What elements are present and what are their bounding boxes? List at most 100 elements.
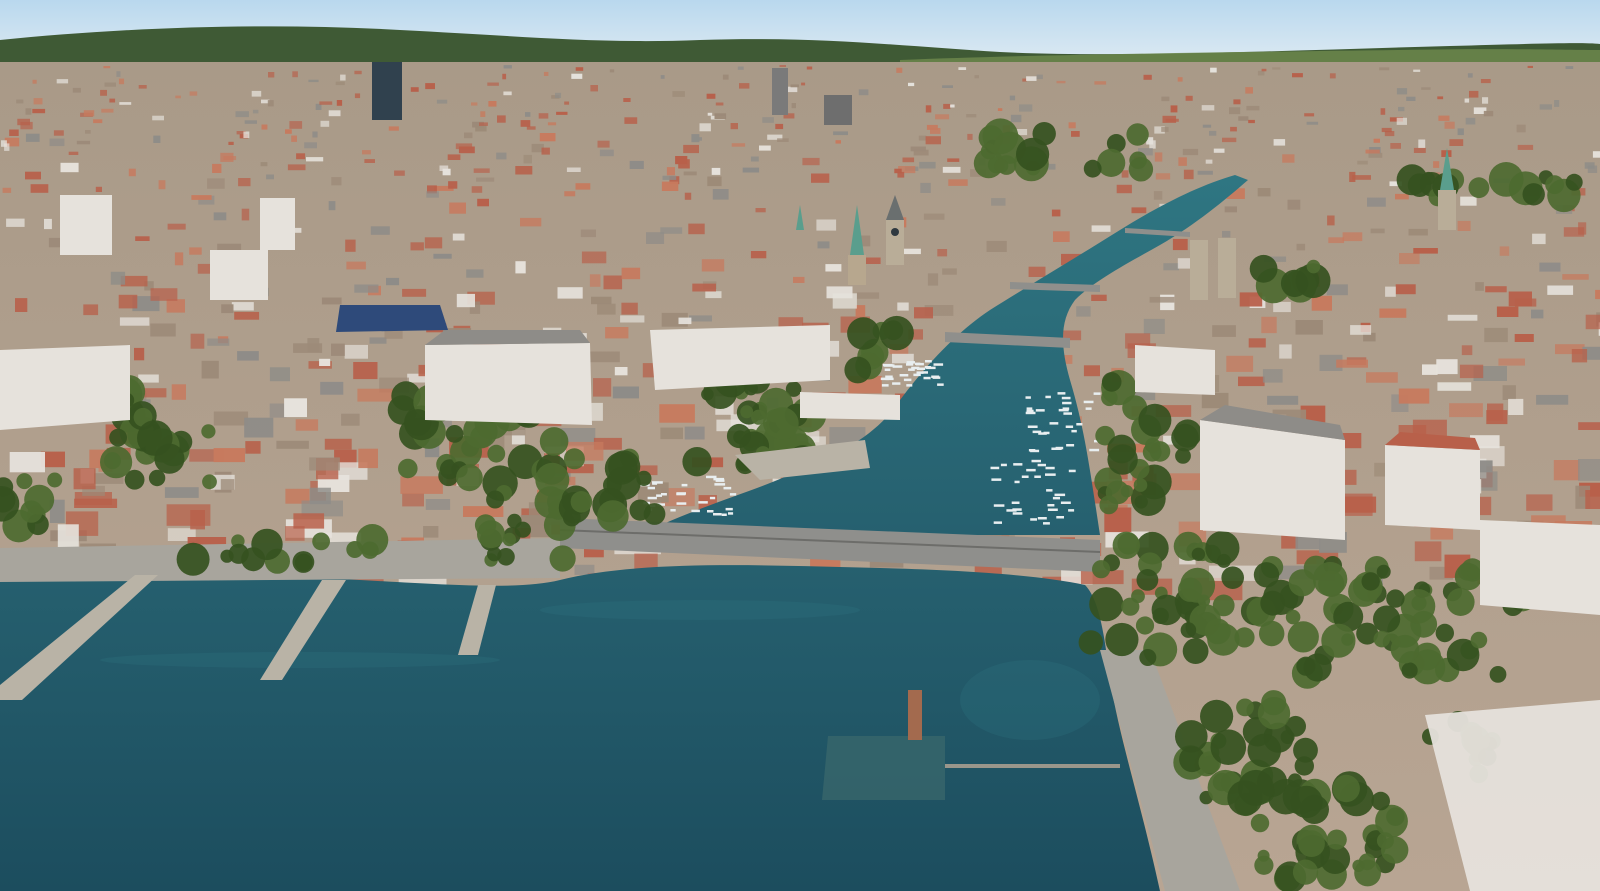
- rooftop: [1366, 372, 1398, 383]
- rooftop: [1562, 274, 1589, 280]
- rooftop: [212, 163, 222, 173]
- rooftop: [502, 73, 507, 80]
- boat: [1065, 425, 1074, 428]
- rooftop: [1433, 161, 1440, 168]
- rooftop: [269, 367, 290, 382]
- rooftop: [237, 351, 259, 361]
- rooftop: [48, 237, 62, 248]
- rooftop: [201, 360, 219, 379]
- rooftop: [1311, 295, 1332, 311]
- tree: [847, 317, 880, 350]
- boat: [1012, 508, 1022, 511]
- tree: [1446, 588, 1475, 616]
- rooftop: [1413, 248, 1438, 254]
- rooftop: [1282, 154, 1295, 163]
- rooftop: [292, 71, 298, 78]
- rooftop: [762, 117, 774, 123]
- rooftop: [1484, 327, 1508, 343]
- rooftop: [1051, 209, 1061, 217]
- rooftop: [370, 226, 390, 235]
- rooftop: [564, 101, 570, 105]
- rooftop: [947, 158, 960, 162]
- map-viewport[interactable]: [0, 0, 1600, 891]
- rooftop: [1502, 385, 1516, 400]
- tree: [148, 469, 166, 487]
- rooftop: [85, 130, 91, 134]
- boat: [1037, 517, 1047, 520]
- rooftop: [777, 138, 789, 142]
- rooftop: [801, 82, 806, 86]
- tree: [16, 473, 33, 490]
- rooftop: [496, 152, 507, 160]
- rooftop: [1554, 100, 1560, 107]
- rooftop: [759, 145, 771, 151]
- tree: [1292, 859, 1319, 885]
- rooftop: [1153, 191, 1163, 200]
- rooftop: [9, 129, 19, 136]
- rooftop: [1395, 193, 1409, 200]
- rooftop: [1421, 87, 1431, 90]
- rooftop: [612, 386, 639, 399]
- rooftop: [621, 302, 638, 315]
- tree: [507, 513, 522, 529]
- tree: [486, 490, 505, 509]
- boat: [1071, 429, 1077, 433]
- rooftop: [354, 93, 361, 99]
- boat: [707, 510, 714, 513]
- rooftop: [1480, 79, 1491, 84]
- lake-bath-platform: [822, 736, 945, 800]
- rooftop: [523, 154, 532, 164]
- rooftop: [455, 143, 473, 150]
- rooftop: [1326, 284, 1348, 296]
- rooftop: [1248, 119, 1255, 124]
- tree: [1136, 569, 1159, 591]
- rooftop: [661, 181, 679, 191]
- rooftop: [261, 124, 268, 130]
- rooftop: [520, 120, 531, 127]
- rooftop: [914, 307, 933, 319]
- rooftop: [266, 174, 274, 180]
- rooftop: [110, 271, 126, 285]
- boat: [1062, 401, 1072, 405]
- rooftop: [488, 101, 497, 107]
- rooftop: [660, 227, 683, 234]
- tree: [1221, 566, 1244, 589]
- tree: [1205, 530, 1240, 566]
- boat: [721, 513, 727, 516]
- boat: [884, 364, 895, 367]
- rooftop: [950, 104, 955, 108]
- rooftop: [1272, 67, 1281, 70]
- rooftop: [1578, 222, 1587, 235]
- rooftop: [775, 123, 784, 130]
- rooftop: [308, 79, 319, 83]
- rooftop: [683, 144, 699, 154]
- rooftop: [706, 93, 716, 99]
- rooftop: [1422, 364, 1438, 375]
- rooftop: [1447, 314, 1478, 321]
- rooftop: [711, 167, 721, 175]
- rooftop: [320, 381, 344, 395]
- rooftop: [73, 468, 96, 490]
- rooftop: [918, 135, 927, 141]
- rooftop: [1365, 149, 1380, 154]
- boat: [1030, 518, 1037, 521]
- rooftop: [335, 81, 345, 86]
- rooftop: [95, 186, 102, 192]
- rooftop: [937, 249, 948, 257]
- rooftop: [135, 236, 150, 241]
- rooftop: [228, 141, 234, 145]
- rooftop: [935, 114, 950, 120]
- rooftop: [526, 126, 536, 130]
- boat: [1032, 430, 1042, 434]
- boat: [916, 362, 924, 366]
- boat: [1012, 512, 1023, 515]
- rooftop: [49, 138, 65, 147]
- boat: [1014, 480, 1020, 484]
- tree: [1142, 442, 1162, 462]
- rooftop: [388, 126, 399, 131]
- rooftop: [213, 212, 227, 221]
- rooftop: [1467, 73, 1473, 78]
- rooftop: [1464, 98, 1470, 103]
- boat: [903, 378, 912, 382]
- rooftop: [1238, 376, 1265, 387]
